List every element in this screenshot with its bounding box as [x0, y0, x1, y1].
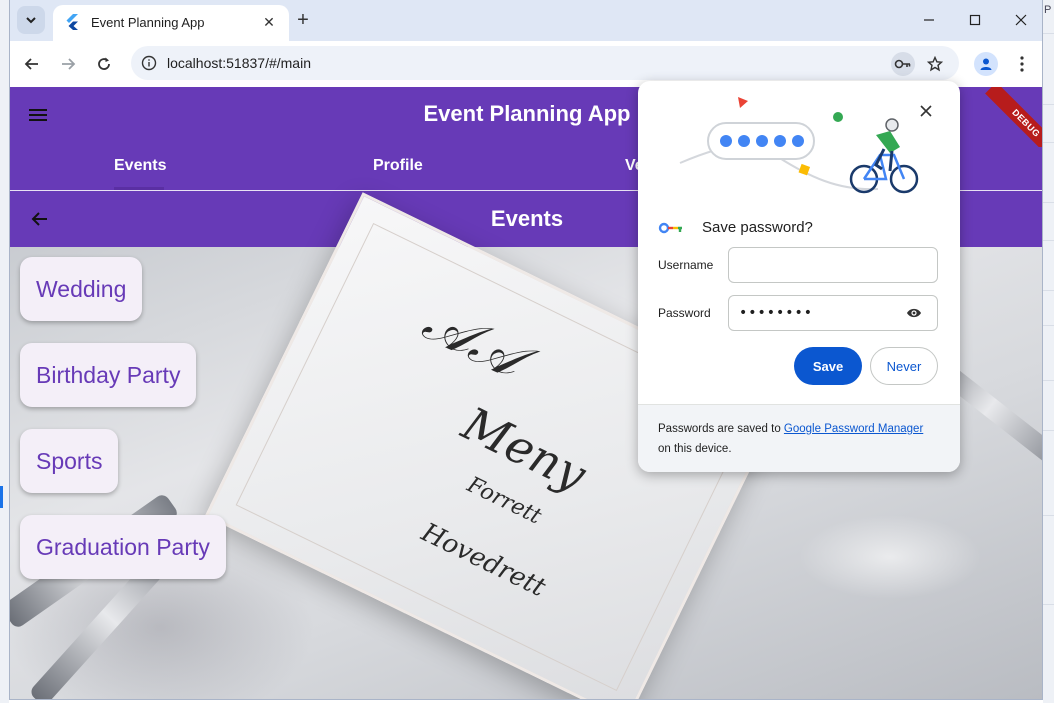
close-window-button[interactable] — [1006, 7, 1036, 33]
password-manager-link[interactable]: Google Password Manager — [784, 423, 923, 435]
tab-strip: Event Planning App ✕ + — [10, 0, 1042, 41]
site-info-button[interactable] — [139, 53, 159, 73]
tab-profile[interactable]: Profile — [373, 157, 423, 175]
chevron-down-icon — [26, 17, 36, 24]
bookmark-button[interactable] — [923, 52, 947, 76]
taskbar-indicator — [0, 486, 3, 508]
dialog-close-button[interactable] — [916, 101, 936, 121]
arrow-left-icon — [24, 58, 38, 70]
desktop-left-edge — [0, 0, 9, 703]
address-bar[interactable]: localhost:51837/#/main — [131, 46, 959, 80]
event-card-wedding[interactable]: Wedding — [20, 257, 143, 321]
reveal-password-button[interactable] — [904, 303, 924, 323]
password-illustration — [679, 97, 919, 194]
browser-window: Event Planning App ✕ + localhost:51837/#… — [9, 0, 1043, 700]
maximize-button[interactable] — [960, 7, 990, 33]
dialog-heading: Save password? — [702, 219, 813, 236]
reload-button[interactable] — [90, 50, 118, 78]
reload-icon — [98, 57, 110, 70]
minimize-button[interactable] — [914, 7, 944, 33]
event-card-birthday-party[interactable]: Birthday Party — [20, 343, 197, 407]
maximize-icon — [969, 14, 981, 26]
tab-events[interactable]: Events — [114, 157, 166, 175]
username-field[interactable] — [728, 247, 938, 283]
eye-icon — [907, 308, 921, 318]
browser-tab[interactable]: Event Planning App ✕ — [53, 5, 289, 41]
desktop-right-edge: P — [1043, 0, 1054, 703]
debug-banner: DEBUG — [984, 87, 1042, 147]
minimize-icon — [924, 19, 934, 21]
google-key-icon — [658, 222, 682, 234]
close-icon — [920, 105, 932, 117]
person-icon — [980, 58, 992, 70]
tab-close-button[interactable]: ✕ — [259, 12, 279, 32]
flutter-icon — [66, 14, 78, 30]
dialog-footer: Passwords are saved to Google Password M… — [638, 404, 960, 472]
footer-suffix: on this device. — [658, 443, 732, 455]
star-icon — [927, 56, 943, 72]
username-label: Username — [658, 258, 714, 272]
kebab-icon — [1020, 56, 1024, 72]
key-icon — [894, 59, 911, 69]
close-icon — [1015, 14, 1027, 26]
event-card-graduation-party[interactable]: Graduation Party — [20, 515, 226, 579]
debug-ribbon: DEBUG — [985, 87, 1042, 147]
password-label: Password — [658, 306, 711, 320]
event-card-sports[interactable]: Sports — [20, 429, 119, 493]
never-button[interactable]: Never — [870, 347, 938, 385]
save-button[interactable]: Save — [794, 347, 862, 385]
back-button[interactable] — [18, 50, 46, 78]
tab-title: Event Planning App — [91, 15, 205, 30]
profile-button[interactable] — [974, 52, 998, 76]
background-window-letter: P — [1044, 4, 1052, 16]
footer-prefix: Passwords are saved to — [658, 423, 784, 435]
password-key-button[interactable] — [891, 52, 915, 76]
save-password-dialog: Save password? Username Password •••••••… — [638, 81, 960, 472]
tab-search-button[interactable] — [17, 6, 45, 34]
info-icon — [141, 55, 157, 71]
new-tab-button[interactable]: + — [292, 9, 314, 31]
forward-button[interactable] — [54, 50, 82, 78]
browser-menu-button[interactable] — [1010, 52, 1034, 76]
url-text: localhost:51837/#/main — [167, 55, 311, 71]
arrow-right-icon — [62, 58, 76, 70]
